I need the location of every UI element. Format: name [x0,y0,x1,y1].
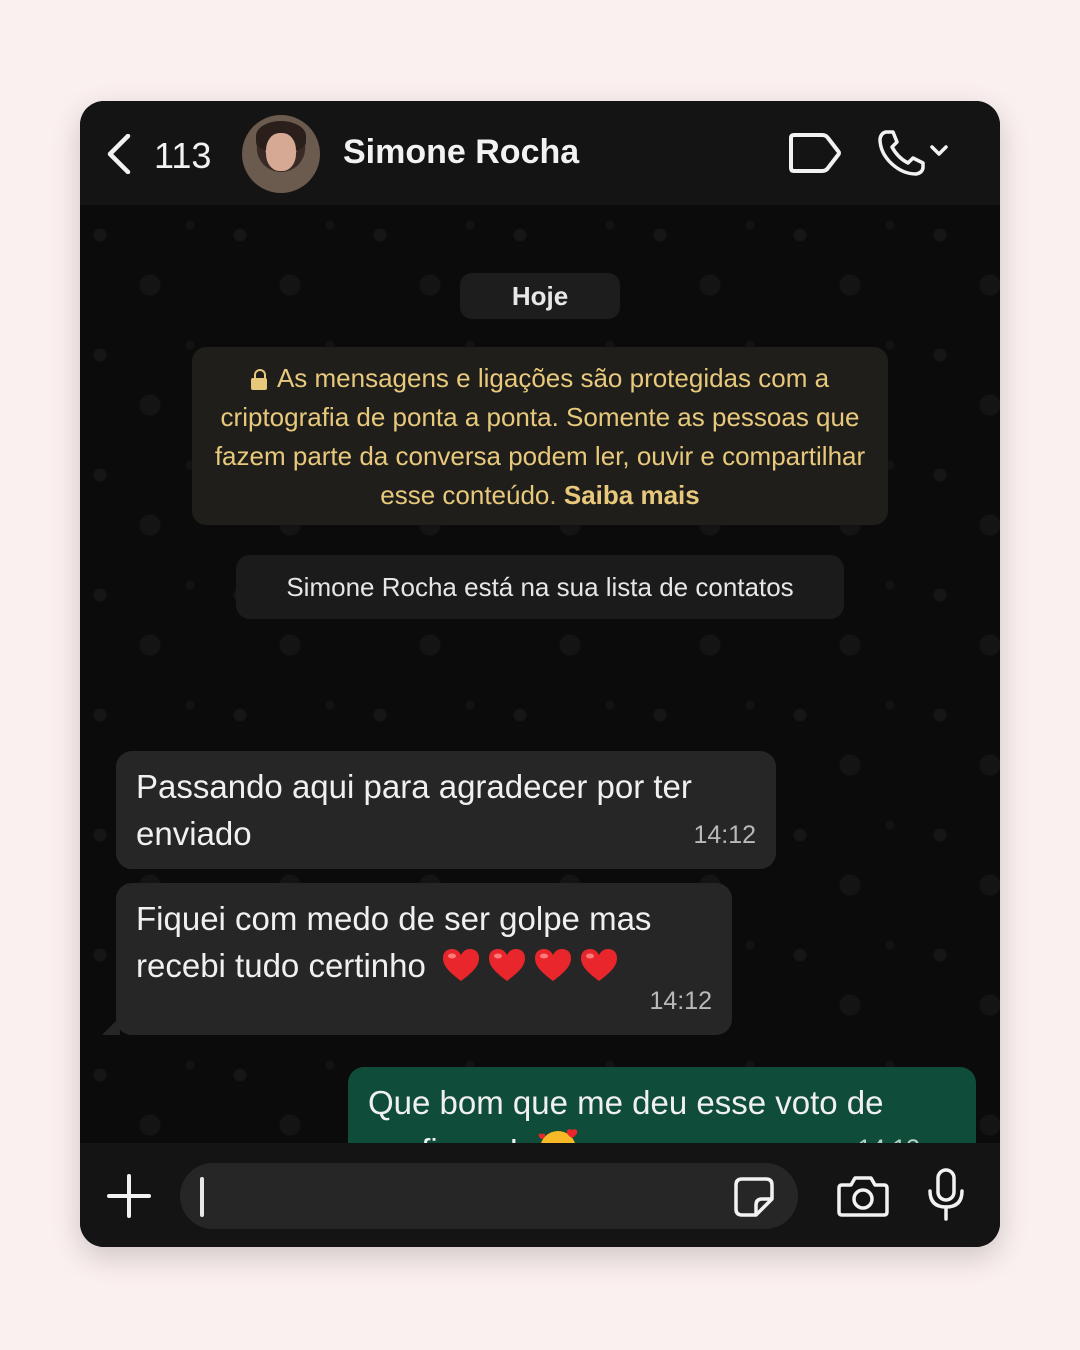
text-caret [200,1177,204,1217]
heart-icon [443,949,480,981]
message-incoming[interactable]: Fiquei com medo de ser golpe mas recebi … [116,883,732,1035]
learn-more-link[interactable]: Saiba mais [564,480,700,510]
heart-icon [535,949,572,981]
red-heart-emoji [435,947,619,984]
microphone-icon [928,1168,964,1221]
composer-bar [80,1143,1000,1247]
contact-notice[interactable]: Simone Rocha está na sua lista de contat… [236,555,844,619]
message-text: Passando aqui para agradecer por ter env… [136,768,692,852]
message-time: 14:12 [649,987,712,1015]
lock-icon [250,369,267,390]
attach-button[interactable] [106,1173,152,1219]
microphone-button[interactable] [924,1167,968,1223]
contact-name[interactable]: Simone Rocha [343,133,579,172]
video-camera-icon [789,133,841,173]
phone-icon [878,130,948,176]
encryption-notice-text: As mensagens e ligações são protegidas c… [214,363,866,510]
avatar[interactable] [242,115,320,193]
chat-window: 113 Simone Rocha Hoje As mensagens e lig… [80,101,1000,1247]
video-call-button[interactable] [788,131,842,175]
heart-icon [489,949,526,981]
chevron-down-icon [930,145,948,156]
chevron-left-icon [107,134,131,174]
camera-button[interactable] [836,1173,890,1219]
message-incoming[interactable]: Passando aqui para agradecer por ter env… [116,751,776,869]
back-button[interactable]: 113 [104,129,214,179]
chat-header: 113 Simone Rocha [80,101,1000,205]
voice-call-button[interactable] [876,127,952,177]
message-time: 14:12 [693,821,756,849]
message-input[interactable] [180,1163,798,1229]
sticker-button[interactable] [732,1175,776,1219]
encryption-notice[interactable]: As mensagens e ligações são protegidas c… [192,347,888,525]
bubble-tail [102,1017,120,1035]
camera-icon [837,1176,889,1217]
unread-count: 113 [154,135,212,176]
heart-icon [581,949,618,981]
date-divider: Hoje [460,273,620,319]
sticker-icon [734,1177,774,1217]
message-list[interactable]: Hoje As mensagens e ligações são protegi… [80,205,1000,1183]
plus-icon [107,1174,151,1218]
